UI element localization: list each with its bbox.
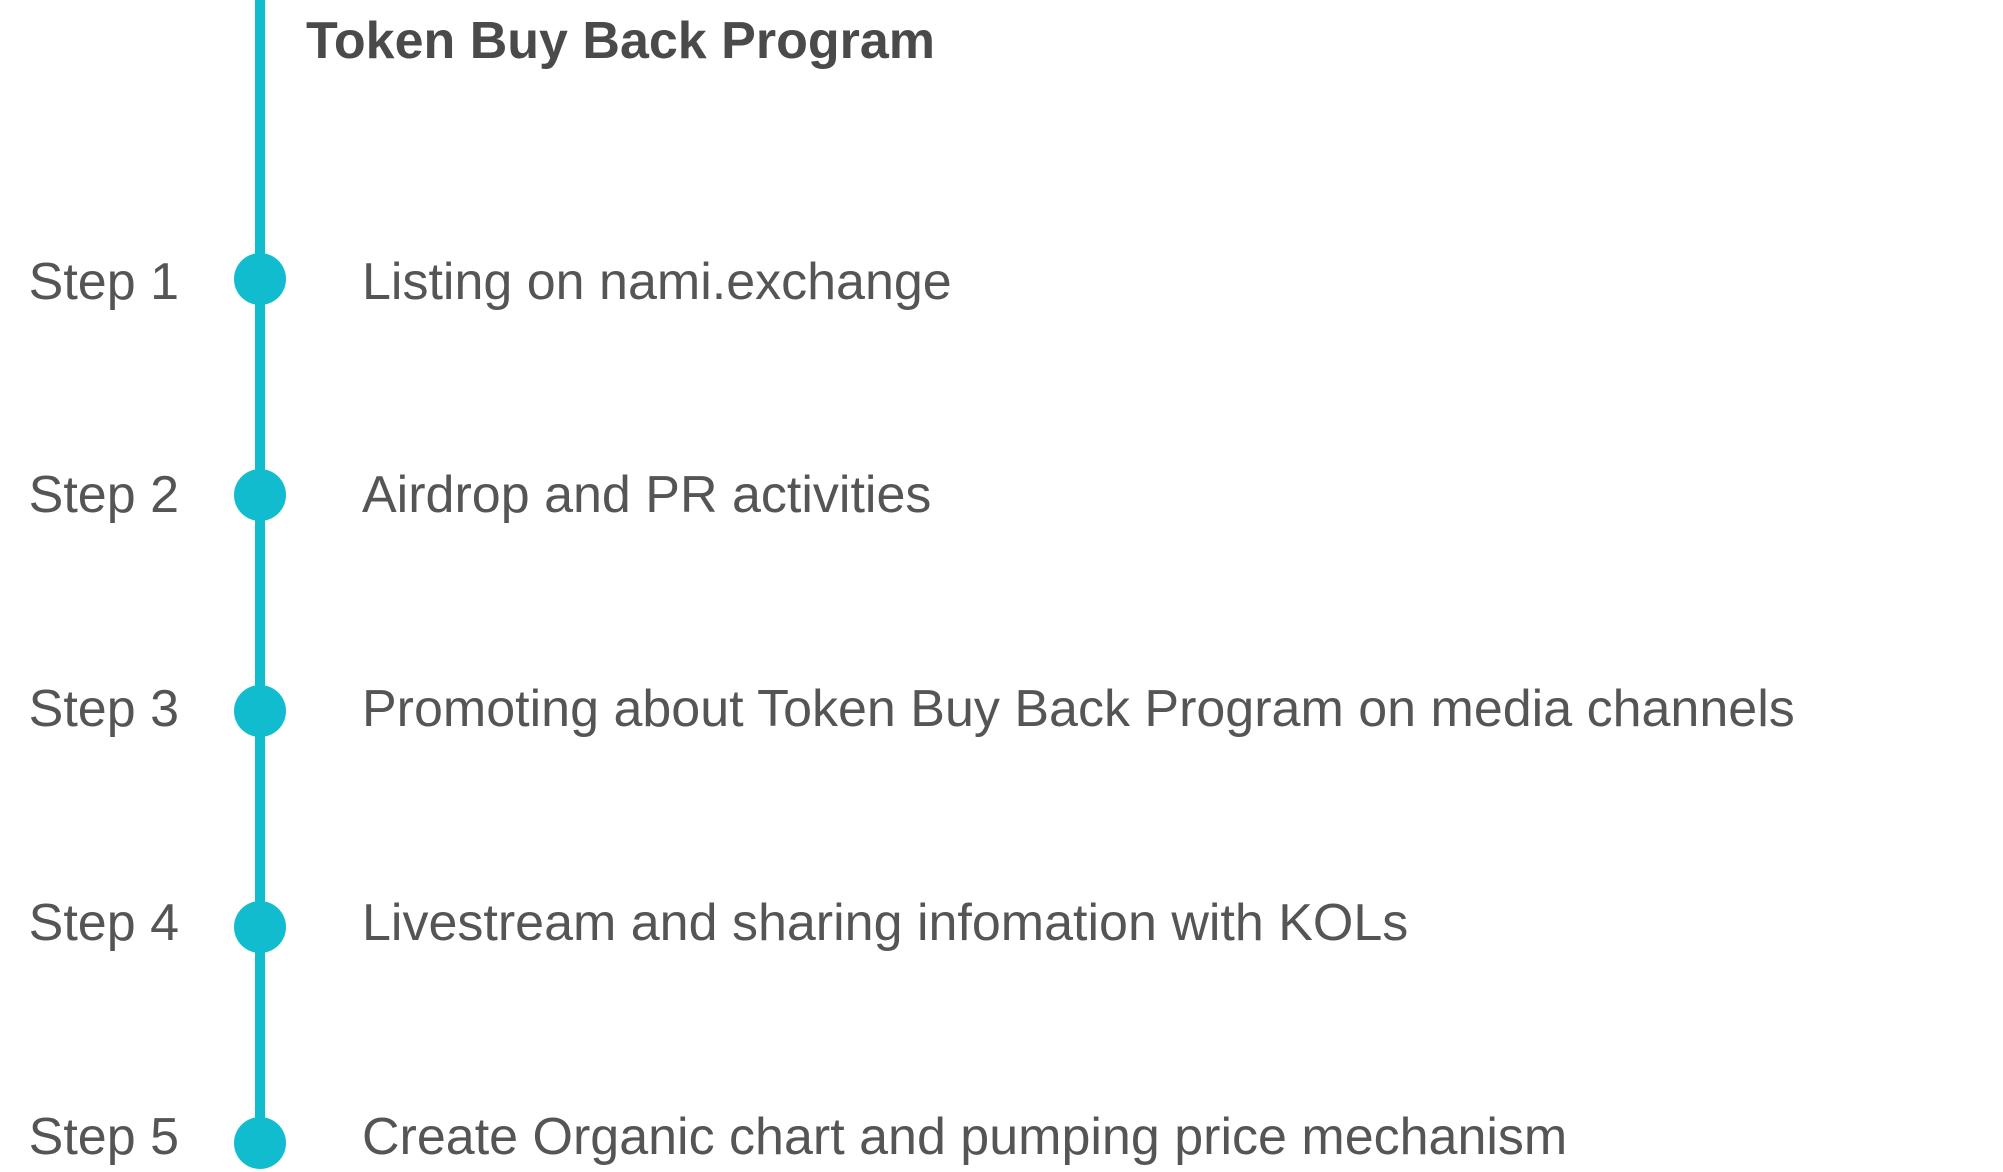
step-dot-1 xyxy=(234,253,286,305)
step-text-5: Create Organic chart and pumping price m… xyxy=(362,1108,1568,1166)
timeline-line xyxy=(255,0,265,1168)
step-label-4: Step 4 xyxy=(28,894,179,952)
step-text-1: Listing on nami.exchange xyxy=(362,253,952,311)
step-text-4: Livestream and sharing infomation with K… xyxy=(362,894,1409,952)
step-dot-3 xyxy=(234,685,286,737)
step-text-3: Promoting about Token Buy Back Program o… xyxy=(362,680,1795,738)
step-label-2: Step 2 xyxy=(28,466,179,524)
step-label-5: Step 5 xyxy=(28,1108,179,1166)
step-label-1: Step 1 xyxy=(28,253,179,311)
page-title: Token Buy Back Program xyxy=(306,12,936,70)
step-label-3: Step 3 xyxy=(28,680,179,738)
step-dot-2 xyxy=(234,469,286,521)
step-dot-4 xyxy=(234,901,286,953)
step-dot-5 xyxy=(234,1117,286,1169)
step-text-2: Airdrop and PR activities xyxy=(362,466,932,524)
